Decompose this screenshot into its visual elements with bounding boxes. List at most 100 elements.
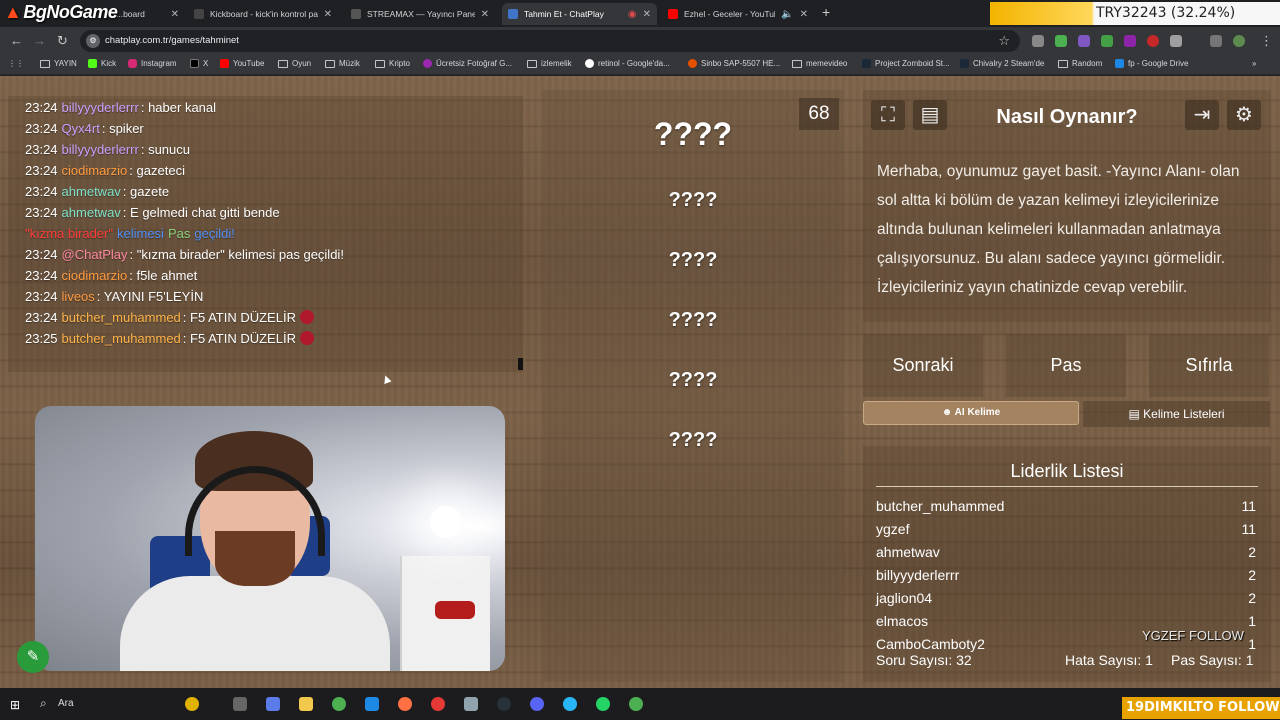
discord-icon[interactable] bbox=[530, 697, 544, 711]
bookmark-item[interactable]: X bbox=[190, 59, 208, 68]
site-info-icon[interactable]: ⚙ bbox=[86, 34, 100, 48]
bookmark-item[interactable]: fp - Google Drive bbox=[1115, 59, 1188, 68]
notes-icon[interactable]: ▤ bbox=[913, 100, 947, 130]
bookmark-star-icon[interactable]: ☆ bbox=[998, 33, 1010, 49]
reload-icon[interactable]: ↻ bbox=[57, 33, 68, 49]
browser-tab[interactable]: Kickboard - kick'in kontrol pan ✕ bbox=[188, 3, 338, 25]
chat-system-message: "kızma birader" kelimesi Pas geçildi! bbox=[25, 226, 239, 241]
chat-username[interactable]: ciodimarzio bbox=[62, 268, 128, 283]
extension-icon[interactable] bbox=[1032, 35, 1044, 47]
obs-icon[interactable] bbox=[497, 697, 511, 711]
chat-username[interactable]: @ChatPlay bbox=[62, 247, 128, 262]
firefox-icon[interactable] bbox=[398, 697, 412, 711]
forward-arrow-icon[interactable]: → bbox=[33, 33, 46, 48]
chat-username[interactable]: ahmetwav bbox=[62, 205, 121, 220]
bookmark-item[interactable]: Ücretsiz Fotoğraf G... bbox=[423, 59, 512, 68]
leaderboard-points: 11 bbox=[1241, 498, 1256, 514]
back-arrow-icon[interactable]: ← bbox=[10, 33, 23, 48]
chat-username[interactable]: butcher_muhammed bbox=[62, 310, 181, 325]
logout-icon[interactable]: ⇥ bbox=[1185, 100, 1219, 130]
whatsapp-icon[interactable] bbox=[596, 697, 610, 711]
media-control-icon[interactable] bbox=[1210, 35, 1222, 47]
chat-text: haber kanal bbox=[148, 100, 217, 115]
browser-tab[interactable]: Ezhel - Geceler - YouTube 🔈 ✕ bbox=[662, 3, 814, 25]
browser-tab-active[interactable]: Tahmin Et - ChatPlay ◉ ✕ bbox=[502, 3, 657, 25]
bookmark-item[interactable]: Chivalry 2 Steam'de bbox=[960, 59, 1044, 68]
bookmark-item[interactable]: Oyun bbox=[278, 59, 311, 68]
extensions-puzzle-icon[interactable] bbox=[1170, 35, 1182, 47]
bookmark-item[interactable]: memevideo bbox=[792, 59, 847, 68]
more-menu-icon[interactable]: ⋮ bbox=[1260, 33, 1273, 49]
extension-icon[interactable] bbox=[1124, 35, 1136, 47]
chat-username[interactable]: ciodimarzio bbox=[62, 163, 128, 178]
close-icon[interactable]: ✕ bbox=[171, 9, 179, 20]
extension-icon[interactable] bbox=[1078, 35, 1090, 47]
pen-button[interactable]: ✎ bbox=[17, 641, 49, 673]
copilot-sparkle-icon[interactable] bbox=[185, 697, 199, 711]
bookmark-item[interactable]: YAYIN bbox=[40, 59, 77, 68]
search-icon[interactable]: ⌕ bbox=[40, 696, 47, 711]
speaker-icon[interactable]: 🔈 bbox=[781, 9, 793, 20]
pass-count: Pas Sayısı: 1 bbox=[1171, 652, 1254, 668]
bookmark-item[interactable]: Kripto bbox=[375, 59, 410, 68]
chat-separator: : bbox=[182, 310, 191, 325]
bookmarks-bar: ⋮⋮ YAYIN Kick Instagram X YouTube Oyun M… bbox=[0, 55, 1280, 75]
chat-message: 23:24 Qyx4rt: spiker bbox=[25, 121, 144, 136]
bookmark-item[interactable]: Instagram bbox=[128, 59, 177, 68]
address-bar[interactable]: ⚙ chatplay.com.tr/games/tahminet ☆ bbox=[80, 30, 1020, 52]
chrome-icon[interactable] bbox=[629, 697, 643, 711]
close-icon[interactable]: ✕ bbox=[481, 9, 489, 20]
chat-username[interactable]: billyyyderlerrr bbox=[62, 100, 139, 115]
pass-button[interactable]: Pas bbox=[1006, 334, 1126, 397]
chat-username[interactable]: ahmetwav bbox=[62, 184, 121, 199]
next-button[interactable]: Sonraki bbox=[863, 334, 983, 397]
profile-avatar[interactable] bbox=[1233, 35, 1245, 47]
settings-gear-icon[interactable]: ⚙ bbox=[1227, 100, 1261, 130]
extension-icon[interactable] bbox=[1147, 35, 1159, 47]
fullscreen-icon[interactable]: ⛶ bbox=[871, 100, 905, 130]
folder-icon bbox=[527, 59, 537, 68]
chat-username[interactable]: liveos bbox=[62, 289, 95, 304]
ai-word-button[interactable]: ☻ AI Kelime bbox=[863, 401, 1079, 425]
bookmark-item[interactable]: YouTube bbox=[220, 59, 264, 68]
stream-brand-logo: ▲ BgNoGame bbox=[4, 2, 118, 22]
bookmark-item[interactable]: retinol - Google'da... bbox=[585, 59, 670, 68]
browser-toolbar: ← → ↻ ⚙ chatplay.com.tr/games/tahminet ☆… bbox=[0, 27, 1280, 55]
bookmark-item[interactable]: Sinbo SAP-5507 HE... bbox=[688, 59, 780, 68]
opera-icon[interactable] bbox=[431, 697, 445, 711]
bookmark-item[interactable]: izlemelik bbox=[527, 59, 572, 68]
copilot-icon[interactable] bbox=[266, 697, 280, 711]
leaderboard-row: billyyyderlerrr 2 bbox=[876, 567, 1256, 583]
apps-grid-icon[interactable]: ⋮⋮ bbox=[8, 59, 24, 68]
more-bookmarks-icon[interactable]: » bbox=[1252, 59, 1256, 68]
task-view-icon[interactable] bbox=[233, 697, 247, 711]
extension-icon[interactable] bbox=[1055, 35, 1067, 47]
extension-icon[interactable] bbox=[1101, 35, 1113, 47]
browser-tab[interactable]: STREAMAX — Yayıncı Paneli ✕ bbox=[345, 3, 495, 25]
bookmark-item[interactable]: Random bbox=[1058, 59, 1102, 68]
bookmark-item[interactable]: Project Zomboid St... bbox=[862, 59, 950, 68]
close-icon[interactable]: ✕ bbox=[324, 9, 332, 20]
close-icon[interactable]: ✕ bbox=[800, 9, 808, 20]
chrome-icon[interactable] bbox=[332, 697, 346, 711]
app-icon[interactable] bbox=[464, 697, 478, 711]
chat-username[interactable]: Qyx4rt bbox=[62, 121, 100, 136]
windows-start-icon[interactable]: ⊞ bbox=[10, 698, 20, 712]
list-icon: ▤ bbox=[1128, 407, 1144, 421]
leaderboard-name: ygzef bbox=[876, 521, 910, 537]
reset-button[interactable]: Sıfırla bbox=[1149, 334, 1269, 397]
file-explorer-icon[interactable] bbox=[299, 697, 313, 711]
telegram-icon[interactable] bbox=[563, 697, 577, 711]
chat-timestamp: 23:24 bbox=[25, 184, 58, 199]
close-icon[interactable]: ✕ bbox=[643, 9, 651, 20]
bookmark-item[interactable]: Kick bbox=[88, 59, 116, 68]
chat-username[interactable]: butcher_muhammed bbox=[62, 331, 181, 346]
app-icon[interactable] bbox=[365, 697, 379, 711]
chat-scrollbar[interactable] bbox=[518, 358, 523, 370]
taskbar-search[interactable]: Ara bbox=[58, 698, 74, 709]
chat-username[interactable]: billyyyderlerrr bbox=[62, 142, 139, 157]
bookmark-item[interactable]: Müzik bbox=[325, 59, 360, 68]
system-text: kelimesi bbox=[116, 226, 164, 241]
word-lists-button[interactable]: ▤ Kelime Listeleri bbox=[1083, 401, 1270, 427]
new-tab-button[interactable]: + bbox=[822, 4, 830, 20]
